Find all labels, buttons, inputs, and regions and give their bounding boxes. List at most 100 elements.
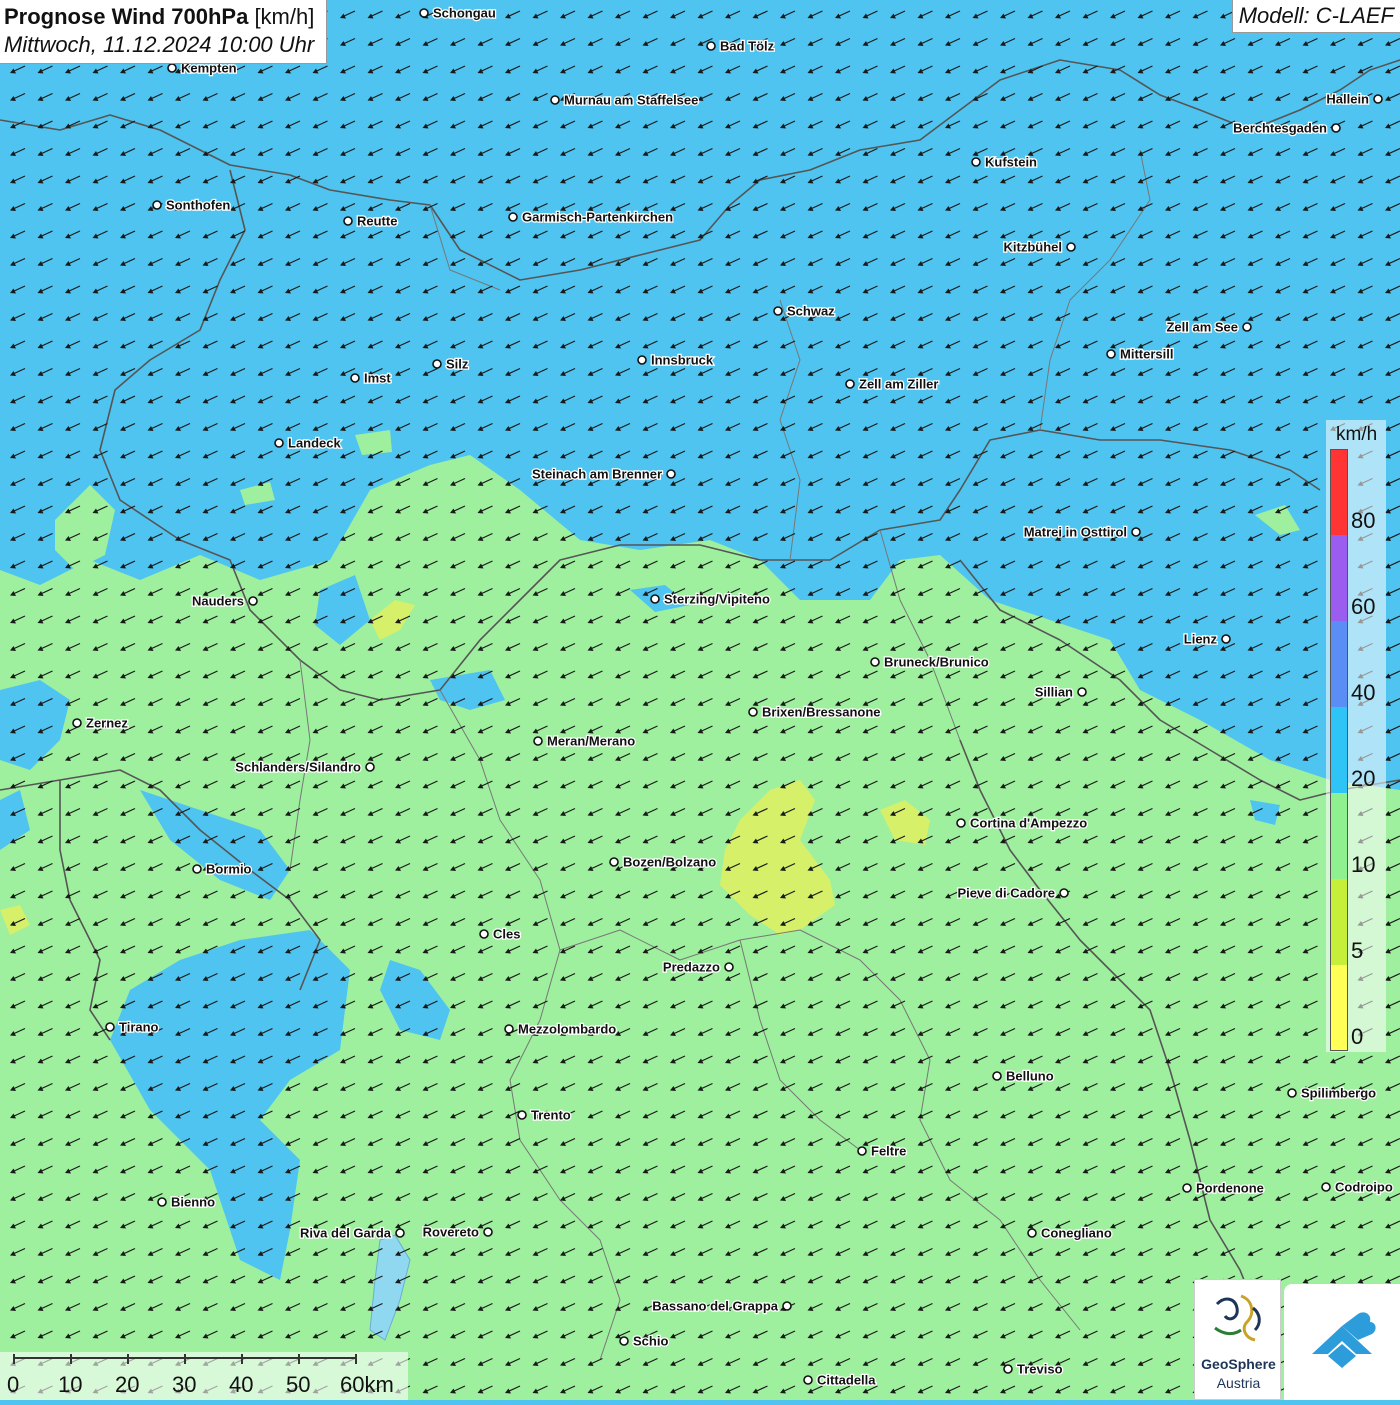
geosphere-logo-subtext: Austria xyxy=(1216,1375,1261,1391)
city-marker: Bozen/Bolzano xyxy=(609,853,717,871)
legend-label: 40 xyxy=(1351,680,1376,705)
city-dot-icon xyxy=(192,864,202,874)
legend-bar-0 xyxy=(1330,965,1348,1051)
city-dot-icon xyxy=(1287,1088,1297,1098)
wind-map: SchongauBad TölzKemptenHalleinMurnau am … xyxy=(0,0,1400,1400)
city-dot-icon xyxy=(248,596,258,606)
city-dot-icon xyxy=(72,718,82,728)
city-label: Conegliano xyxy=(1041,1226,1112,1241)
city-dot-icon xyxy=(1242,322,1252,332)
city-marker: Brixen/Bressanone xyxy=(748,703,882,721)
city-label: Schwaz xyxy=(787,304,835,319)
city-label: Schio xyxy=(633,1334,668,1349)
city-label: Mittersill xyxy=(1120,347,1173,362)
city-label: Schlanders/Silandro xyxy=(235,760,361,775)
city-dot-icon xyxy=(1321,1182,1331,1192)
city-dot-icon xyxy=(619,1336,629,1346)
city-label: Bruneck/Brunico xyxy=(884,655,989,670)
city-label: Cittadella xyxy=(817,1373,876,1388)
city-marker: Mezzolombardo xyxy=(504,1020,618,1038)
city-label: Bienno xyxy=(171,1195,215,1210)
city-dot-icon xyxy=(1106,349,1116,359)
city-label: Zernez xyxy=(86,716,128,731)
city-dot-icon xyxy=(432,359,442,369)
city-dot-icon xyxy=(845,379,855,389)
city-label: Predazzo xyxy=(663,960,720,975)
app-logo xyxy=(1284,1284,1400,1400)
city-dot-icon xyxy=(1066,242,1076,252)
city-label: Berchtesgaden xyxy=(1233,121,1327,136)
city-dot-icon xyxy=(992,1071,1002,1081)
city-label: Bozen/Bolzano xyxy=(623,855,716,870)
city-label: Matrei in Osttirol xyxy=(1024,525,1127,540)
city-dot-icon xyxy=(857,1146,867,1156)
city-dot-icon xyxy=(504,1024,514,1034)
city-dot-icon xyxy=(1003,1364,1013,1374)
city-label: Murnau am Staffelsee xyxy=(564,93,698,108)
city-dot-icon xyxy=(105,1022,115,1032)
city-dot-icon xyxy=(956,818,966,828)
city-marker: Garmisch-Partenkirchen xyxy=(508,208,674,226)
city-marker: Zell am Ziller xyxy=(845,375,940,393)
city-dot-icon xyxy=(637,355,647,365)
city-dot-icon xyxy=(1182,1183,1192,1193)
model-label: Modell: C-LAEF xyxy=(1231,0,1400,33)
city-dot-icon xyxy=(550,95,560,105)
legend-bar-10 xyxy=(1330,793,1348,879)
city-dot-icon xyxy=(395,1228,405,1238)
city-marker: Bassano del Grappa xyxy=(651,1297,792,1315)
scale-label: 50 xyxy=(286,1372,311,1397)
city-label: Steinach am Brenner xyxy=(532,467,662,482)
city-label: Rovereto xyxy=(423,1225,479,1240)
legend-label: 0 xyxy=(1351,1024,1364,1049)
city-label: Kitzbühel xyxy=(1004,240,1063,255)
city-dot-icon xyxy=(508,212,518,222)
scale-label: 60km xyxy=(340,1372,394,1397)
scale-label: 40 xyxy=(229,1372,254,1397)
geosphere-logo: GeoSphere Austria xyxy=(1194,1279,1281,1400)
scale-bar-line xyxy=(13,1354,357,1364)
map-title-unit: [km/h] xyxy=(254,4,315,29)
city-dot-icon xyxy=(773,306,783,316)
city-label: Pordenone xyxy=(1196,1181,1264,1196)
city-label: Garmisch-Partenkirchen xyxy=(522,210,673,225)
city-label: Codroipo xyxy=(1335,1180,1393,1195)
city-label: Reutte xyxy=(357,214,397,229)
city-dot-icon xyxy=(343,216,353,226)
city-dot-icon xyxy=(167,63,177,73)
city-marker: Steinach am Brenner xyxy=(531,465,676,483)
city-dot-icon xyxy=(1077,687,1087,697)
city-label: Trento xyxy=(531,1108,571,1123)
scale-label: 10 xyxy=(58,1372,83,1397)
city-dot-icon xyxy=(479,929,489,939)
city-dot-icon xyxy=(419,8,429,18)
city-dot-icon xyxy=(517,1110,527,1120)
color-legend: km/h 80 60 40 20 10 5 0 xyxy=(1326,420,1386,1052)
scale-label: 20 xyxy=(115,1372,140,1397)
city-label: Sonthofen xyxy=(166,198,230,213)
city-dot-icon xyxy=(365,762,375,772)
city-label: Schongau xyxy=(433,6,496,21)
city-label: Treviso xyxy=(1017,1362,1063,1377)
city-marker: Pieve di Cadore xyxy=(956,884,1069,902)
legend-label: 5 xyxy=(1351,938,1364,963)
city-dot-icon xyxy=(650,594,660,604)
legend-bar-5 xyxy=(1330,879,1348,965)
city-dot-icon xyxy=(706,41,716,51)
city-marker: Sterzing/Vipiteno xyxy=(650,590,771,608)
scale-label: 30 xyxy=(172,1372,197,1397)
city-marker: Pordenone xyxy=(1182,1179,1265,1197)
city-label: Bad Tölz xyxy=(720,39,775,54)
city-dot-icon xyxy=(1027,1228,1037,1238)
app-logo-icon xyxy=(1312,1312,1376,1368)
city-label: Riva del Garda xyxy=(300,1226,392,1241)
city-label: Sterzing/Vipiteno xyxy=(664,592,770,607)
city-label: Bassano del Grappa xyxy=(652,1299,778,1314)
city-dot-icon xyxy=(157,1197,167,1207)
city-marker: Bruneck/Brunico xyxy=(870,653,990,671)
city-label: Sillian xyxy=(1035,685,1073,700)
legend-bar-20 xyxy=(1330,707,1348,793)
city-label: Zell am Ziller xyxy=(859,377,938,392)
city-label: Pieve di Cadore xyxy=(957,886,1055,901)
city-marker: Conegliano xyxy=(1027,1224,1113,1242)
